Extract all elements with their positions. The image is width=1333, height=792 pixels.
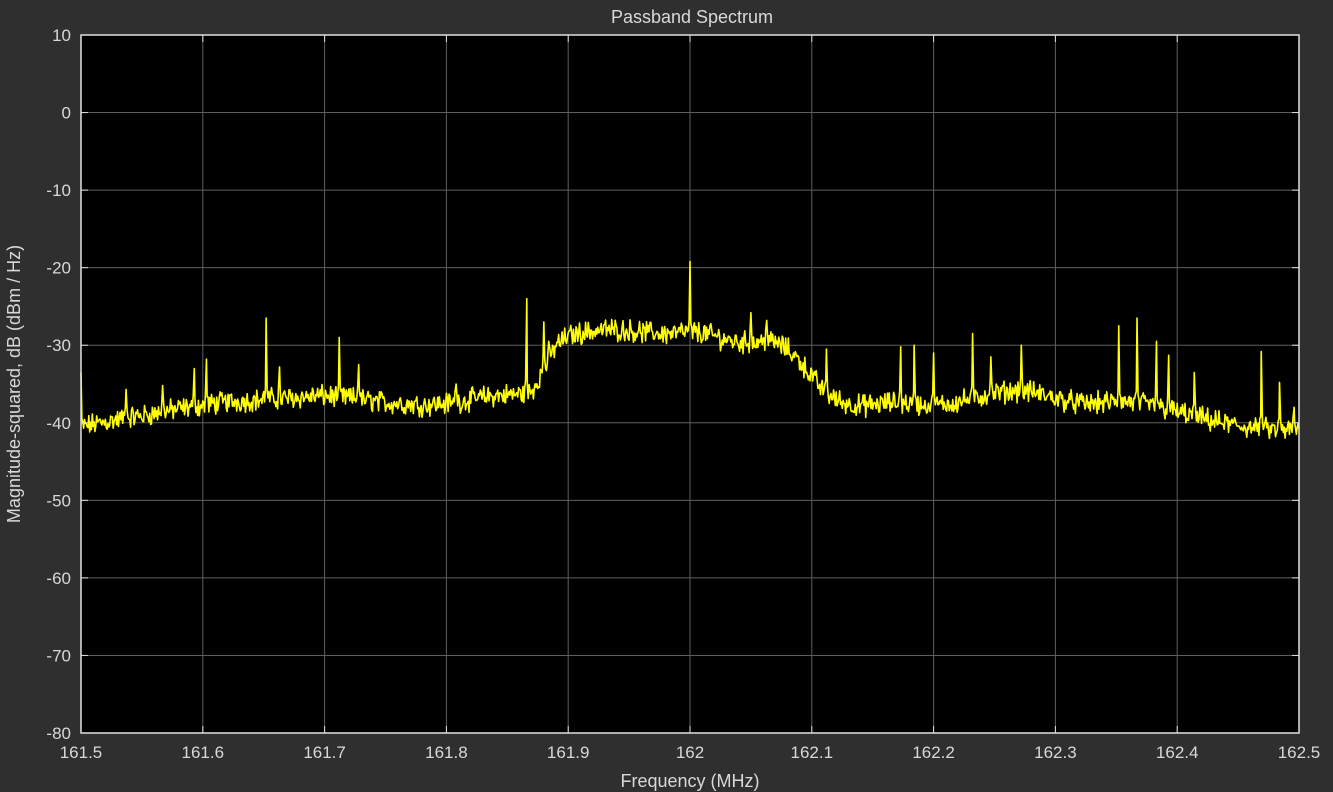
x-tick-label: 161.6 [182, 743, 225, 762]
y-tick-label: -20 [46, 259, 71, 278]
x-tick-label: 161.7 [303, 743, 346, 762]
x-tick-label: 162.4 [1156, 743, 1199, 762]
y-tick-label: -70 [46, 646, 71, 665]
y-tick-label: 10 [52, 26, 71, 45]
x-axis-label: Frequency (MHz) [620, 771, 759, 791]
y-tick-label: -50 [46, 491, 71, 510]
x-tick-label: 161.5 [60, 743, 103, 762]
y-tick-label: -40 [46, 414, 71, 433]
y-tick-label: 0 [62, 104, 71, 123]
y-tick-label: -80 [46, 724, 71, 743]
y-axis-label: Magnitude-squared, dB (dBm / Hz) [4, 245, 24, 523]
chart-title: Passband Spectrum [611, 7, 773, 27]
x-tick-label: 161.8 [425, 743, 468, 762]
y-tick-label: -60 [46, 569, 71, 588]
x-tick-label: 162 [676, 743, 704, 762]
x-tick-label: 162.1 [791, 743, 834, 762]
x-tick-label: 161.9 [547, 743, 590, 762]
x-tick-label: 162.3 [1034, 743, 1077, 762]
x-tick-label: 162.5 [1278, 743, 1321, 762]
y-tick-label: -10 [46, 181, 71, 200]
spectrum-chart: Passband Spectrum 161.5 161.6 161.7 161.8 16… [0, 0, 1333, 792]
y-tick-label: -30 [46, 336, 71, 355]
x-tick-label: 162.2 [912, 743, 955, 762]
spectrum-figure: Passband Spectrum 161.5 161.6 161.7 161.8 16… [0, 0, 1333, 792]
